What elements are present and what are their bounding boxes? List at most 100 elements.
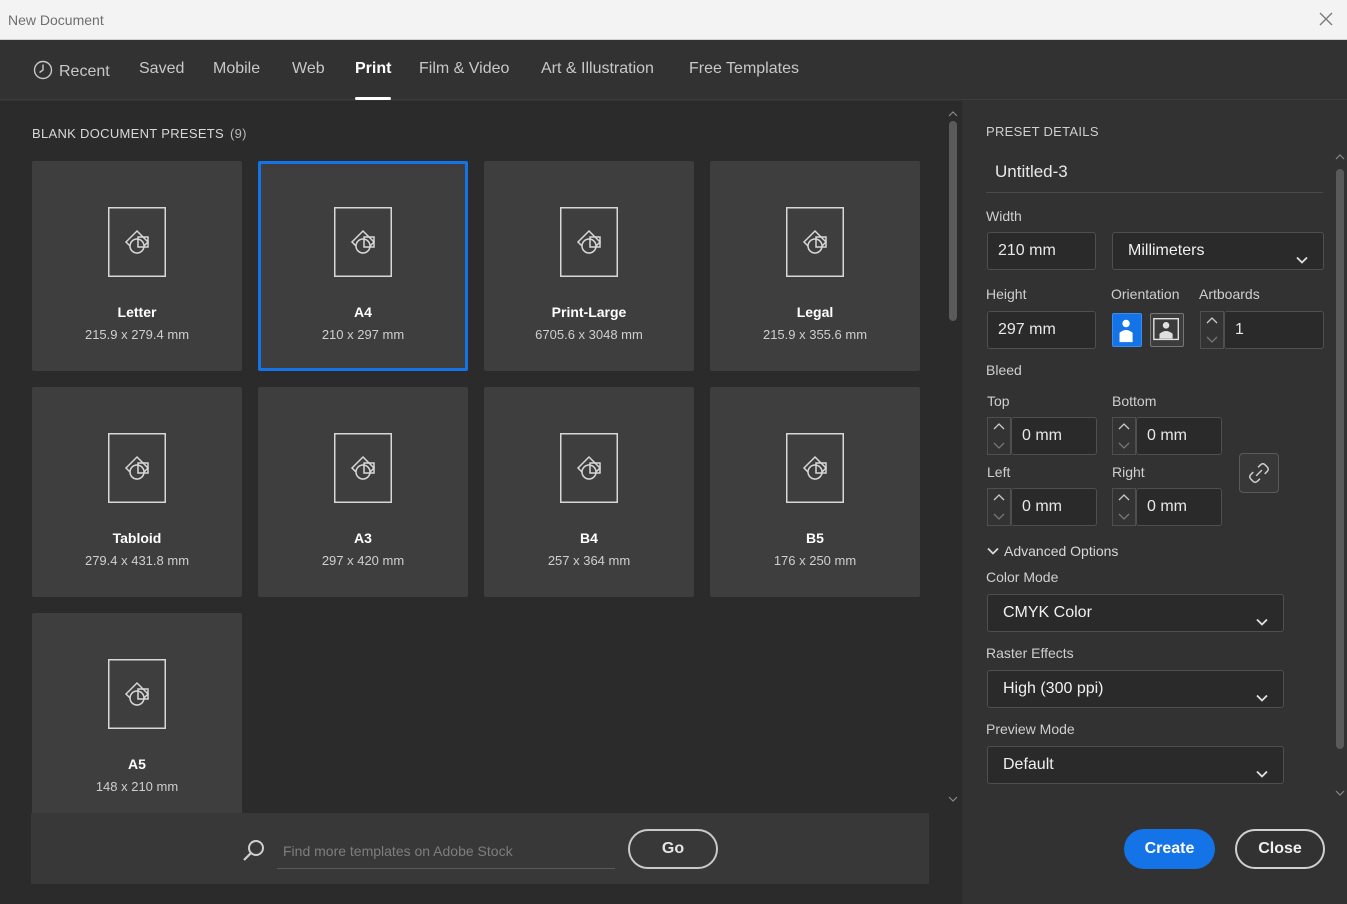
bleed-bottom-stepper[interactable] xyxy=(1112,417,1136,455)
document-icon xyxy=(108,207,166,277)
preset-dimensions: 215.9 x 279.4 mm xyxy=(84,327,190,342)
artboards-label: Artboards xyxy=(1199,286,1260,302)
bleed-right-stepper[interactable] xyxy=(1112,488,1136,526)
raster-effects-dropdown[interactable]: High (300 ppi) xyxy=(987,670,1284,708)
presets-scrollbar[interactable] xyxy=(946,107,960,807)
artboards-stepper[interactable] xyxy=(1200,311,1224,349)
close-button[interactable]: Close xyxy=(1235,829,1325,869)
landscape-icon xyxy=(1153,318,1179,341)
preset-card-print-large[interactable]: Print-Large 6705.6 x 3048 mm xyxy=(484,161,694,371)
bleed-bottom-field[interactable]: 0 mm xyxy=(1136,417,1222,455)
go-button[interactable]: Go xyxy=(628,829,718,869)
preset-dimensions: 148 x 210 mm xyxy=(95,779,179,794)
preset-details-heading: PRESET DETAILS xyxy=(986,124,1099,139)
tab-film-video[interactable]: Film & Video xyxy=(419,60,509,100)
presets-count: (9) xyxy=(230,126,247,141)
scrollbar-thumb[interactable] xyxy=(949,121,957,321)
preset-card-b4[interactable]: B4 257 x 364 mm xyxy=(484,387,694,597)
bleed-label: Bleed xyxy=(986,362,1022,378)
chevron-down-icon xyxy=(1295,245,1309,264)
preset-details-panel: PRESET DETAILS Untitled-3 Width 210 mm M… xyxy=(962,101,1347,904)
color-mode-dropdown[interactable]: CMYK Color xyxy=(987,594,1284,632)
bleed-right-label: Right xyxy=(1112,464,1145,480)
document-icon xyxy=(108,433,166,503)
close-icon[interactable] xyxy=(1315,8,1337,30)
height-field[interactable]: 297 mm xyxy=(987,311,1096,349)
advanced-options-toggle[interactable]: Advanced Options xyxy=(986,543,1118,559)
preset-name: B4 xyxy=(580,530,598,546)
units-dropdown[interactable]: Millimeters xyxy=(1112,232,1324,270)
preset-dimensions: 279.4 x 431.8 mm xyxy=(84,553,190,568)
portrait-icon xyxy=(1119,319,1133,343)
preset-card-b5[interactable]: B5 176 x 250 mm xyxy=(710,387,920,597)
document-icon xyxy=(786,433,844,503)
category-tabs: Recent Saved Mobile Web Print Film & Vid… xyxy=(0,40,1347,100)
document-icon xyxy=(786,207,844,277)
tab-mobile[interactable]: Mobile xyxy=(213,60,260,100)
preset-name: Letter xyxy=(117,304,157,320)
preset-card-a4[interactable]: A4 210 x 297 mm xyxy=(258,161,468,371)
tab-saved[interactable]: Saved xyxy=(139,60,184,100)
preset-card-tabloid[interactable]: Tabloid 279.4 x 431.8 mm xyxy=(32,387,242,597)
preset-card-legal[interactable]: Legal 215.9 x 355.6 mm xyxy=(710,161,920,371)
bleed-left-label: Left xyxy=(987,464,1011,480)
preview-mode-dropdown[interactable]: Default xyxy=(987,746,1284,784)
chevron-down-icon xyxy=(987,547,999,555)
preset-card-letter[interactable]: Letter 215.9 x 279.4 mm xyxy=(32,161,242,371)
document-icon xyxy=(560,207,618,277)
window-title: New Document xyxy=(8,12,104,28)
preset-name: Legal xyxy=(796,304,834,320)
bleed-left-field[interactable]: 0 mm xyxy=(1011,488,1097,526)
width-label: Width xyxy=(986,208,1022,224)
tab-print[interactable]: Print xyxy=(355,60,392,100)
preset-card-a5[interactable]: A5 148 x 210 mm xyxy=(32,613,242,823)
bleed-bottom-label: Bottom xyxy=(1112,393,1157,409)
chevron-down-icon xyxy=(1255,683,1269,702)
bleed-top-field[interactable]: 0 mm xyxy=(1011,417,1097,455)
height-label: Height xyxy=(986,286,1027,302)
orientation-label: Orientation xyxy=(1111,286,1180,302)
raster-effects-label: Raster Effects xyxy=(986,645,1074,661)
preset-card-a3[interactable]: A3 297 x 420 mm xyxy=(258,387,468,597)
preset-name: Tabloid xyxy=(112,530,162,546)
chevron-down-icon xyxy=(1255,607,1269,626)
portrait-orientation-button[interactable] xyxy=(1112,313,1142,347)
width-field[interactable]: 210 mm xyxy=(987,232,1096,270)
template-search-input[interactable] xyxy=(277,833,615,869)
preset-dimensions: 6705.6 x 3048 mm xyxy=(535,327,643,342)
details-scrollbar[interactable] xyxy=(1334,151,1346,801)
artboards-field[interactable]: 1 xyxy=(1224,311,1324,349)
preset-dimensions: 297 x 420 mm xyxy=(321,553,405,568)
color-mode-value: CMYK Color xyxy=(1003,604,1092,621)
bleed-top-label: Top xyxy=(987,393,1010,409)
tab-recent[interactable]: Recent xyxy=(33,60,110,100)
units-value: Millimeters xyxy=(1128,242,1205,259)
bleed-top-stepper[interactable] xyxy=(987,417,1011,455)
bleed-left-stepper[interactable] xyxy=(987,488,1011,526)
advanced-options-label: Advanced Options xyxy=(1004,543,1119,559)
preset-dimensions: 215.9 x 355.6 mm xyxy=(762,327,868,342)
raster-effects-value: High (300 ppi) xyxy=(1003,680,1104,697)
template-search-bar: Go xyxy=(31,813,929,884)
document-icon xyxy=(334,433,392,503)
tab-web[interactable]: Web xyxy=(292,60,325,100)
bleed-right-field[interactable]: 0 mm xyxy=(1136,488,1222,526)
preset-name: A3 xyxy=(354,530,372,546)
link-bleed-button[interactable] xyxy=(1239,453,1279,493)
color-mode-label: Color Mode xyxy=(986,569,1059,585)
presets-heading: BLANK DOCUMENT PRESETS (9) xyxy=(32,126,247,141)
preset-dimensions: 210 x 297 mm xyxy=(321,327,405,342)
tab-label: Recent xyxy=(59,63,110,80)
document-name-field[interactable]: Untitled-3 xyxy=(986,153,1323,193)
preset-name: Print-Large xyxy=(551,304,627,320)
document-icon xyxy=(560,433,618,503)
preset-name: B5 xyxy=(806,530,824,546)
presets-panel: BLANK DOCUMENT PRESETS (9) Letter 215.9 x … xyxy=(0,101,962,904)
landscape-orientation-button[interactable] xyxy=(1150,313,1184,347)
tab-free-templates[interactable]: Free Templates xyxy=(689,60,799,100)
preset-name: A4 xyxy=(354,304,372,320)
create-button[interactable]: Create xyxy=(1124,829,1215,869)
tab-art-illustration[interactable]: Art & Illustration xyxy=(541,60,654,100)
preview-mode-label: Preview Mode xyxy=(986,721,1075,737)
scrollbar-thumb[interactable] xyxy=(1336,169,1344,749)
